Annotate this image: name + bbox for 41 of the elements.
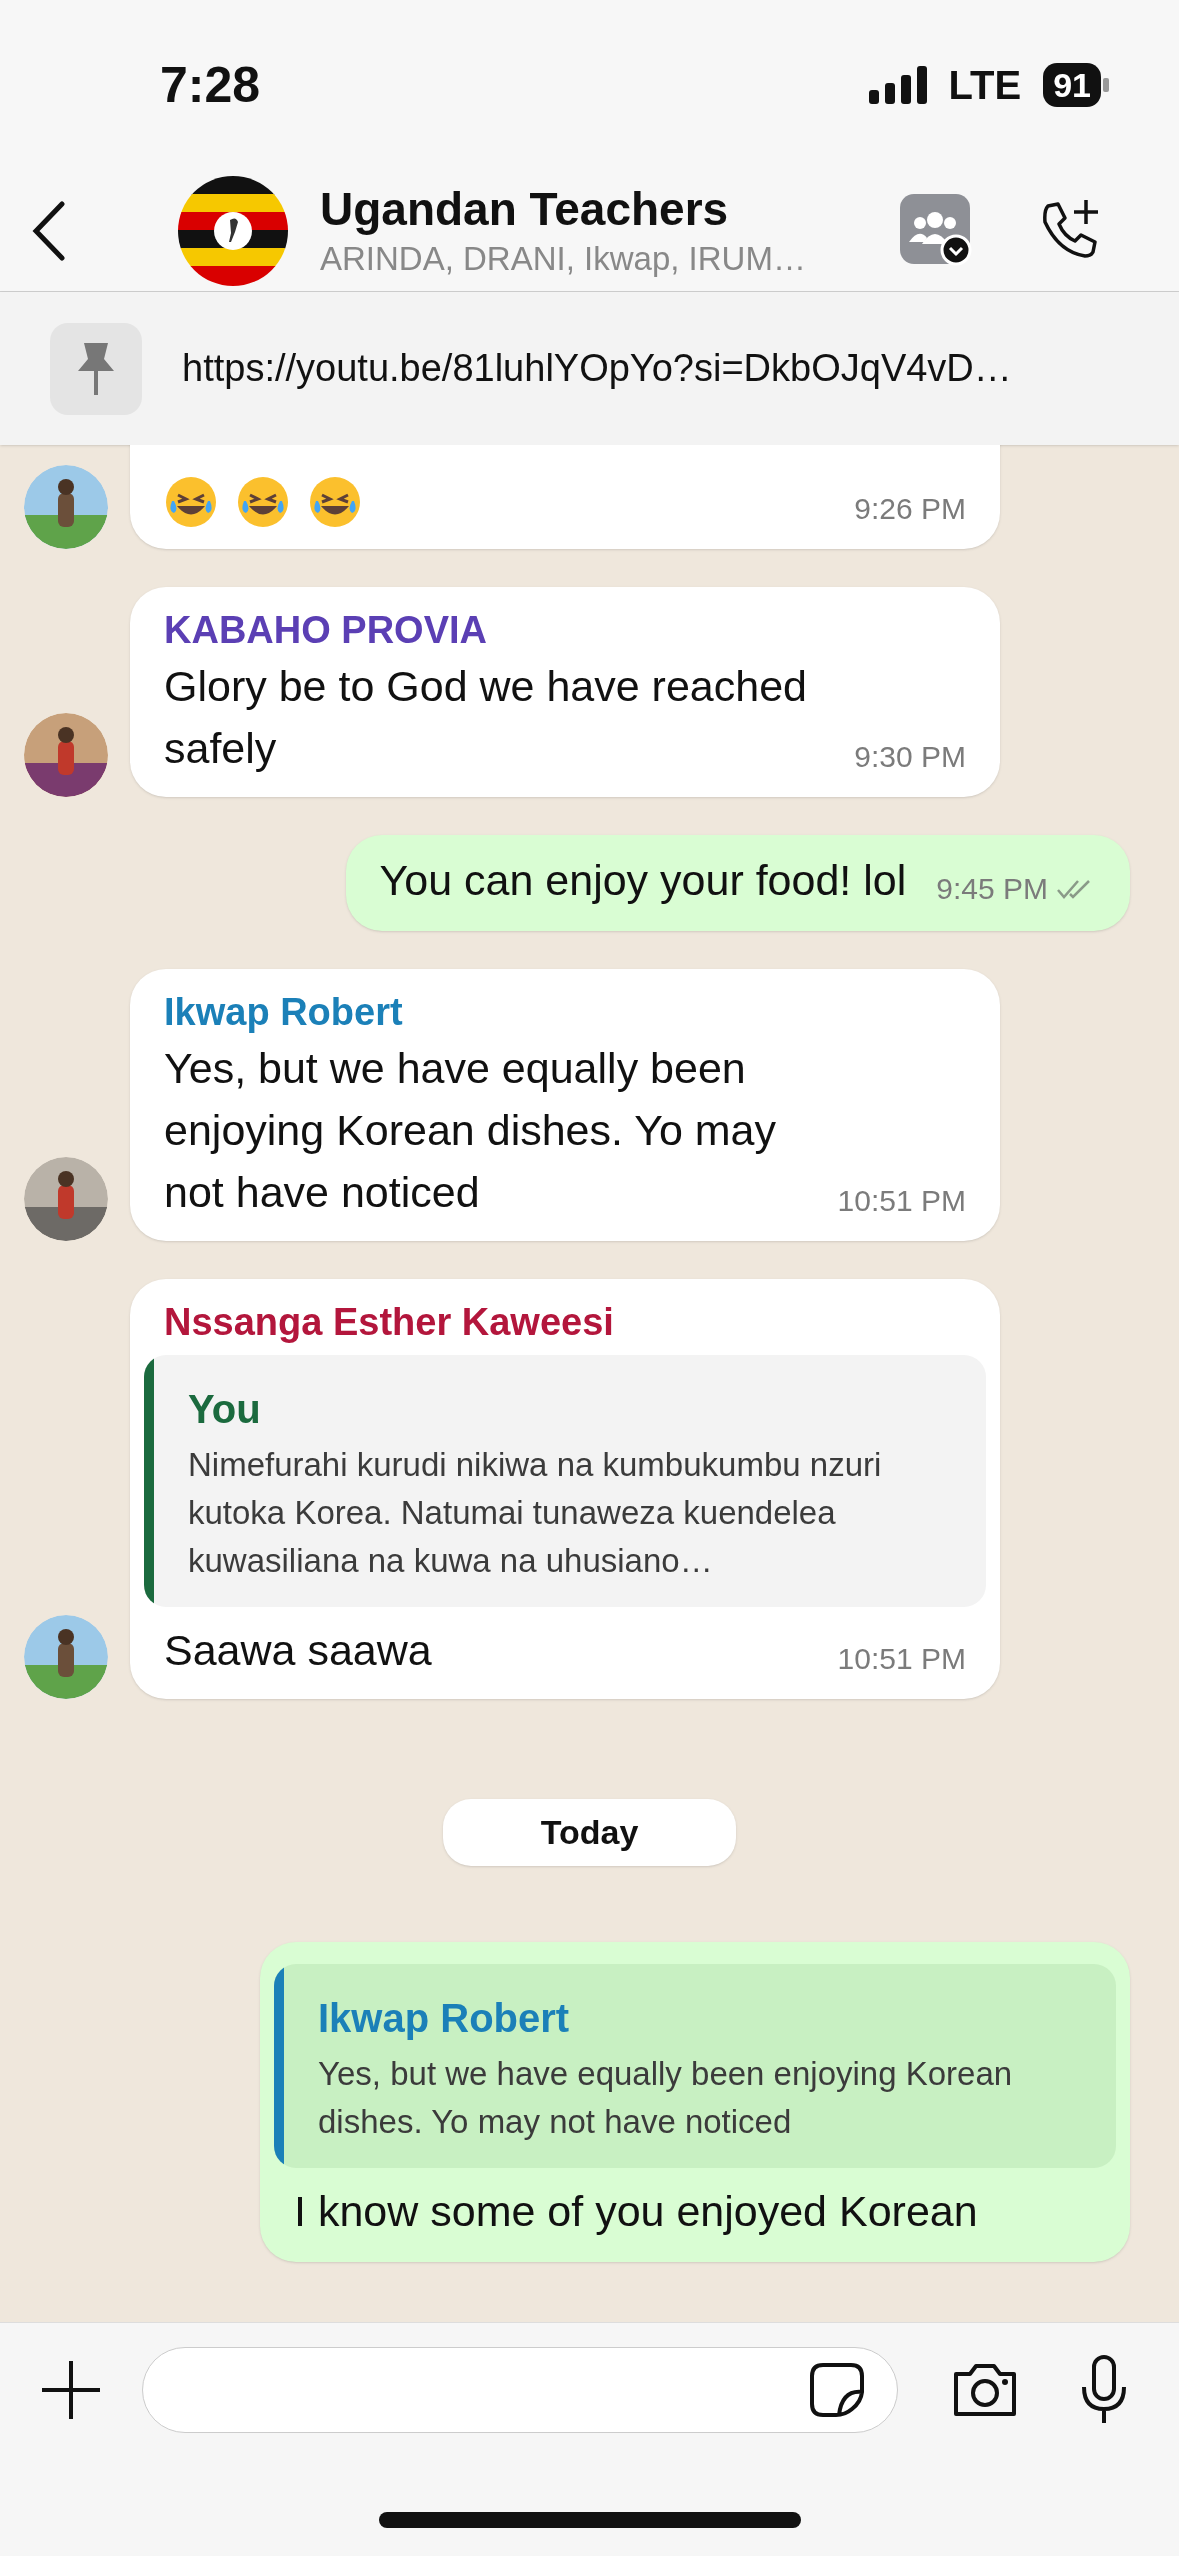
network-label: LTE: [948, 62, 1022, 109]
signal-icon: [868, 66, 927, 104]
battery-indicator: 91: [1043, 63, 1101, 107]
date-chip: Today: [442, 1799, 737, 1866]
quote-text: Yes, but we have equally been enjoying Korean dishes. Yo may not have noticed: [318, 2054, 1014, 2142]
message-bubble[interactable]: Nssanga Esther Kaweesi You Nimefurahi kurudi nikiwa na kumbukumbu nzuri kutoka Korea. Natumai tunaweza kuendelea kuwasiliana na kuwa na uhusiano… Saawa saawa 10:51 PM: [130, 1279, 1000, 1699]
group-flag-avatar[interactable]: [178, 175, 288, 286]
pin-icon[interactable]: [50, 322, 142, 415]
add-icon[interactable]: [40, 2359, 102, 2421]
quote-author: Ikwap Robert: [318, 1995, 571, 2042]
microphone-icon[interactable]: [1080, 2355, 1128, 2425]
chat-title[interactable]: Ugandan Teachers: [320, 180, 900, 237]
message-text: Glory be to God we have reached safely: [164, 661, 808, 774]
message-text: You can enjoy your food! lol: [379, 855, 907, 906]
sticker-icon[interactable]: [809, 2362, 865, 2418]
laughing-emoji-icon: [236, 475, 290, 529]
sender-name: KABAHO PROVIA: [163, 608, 489, 653]
quote-text: Nimefurahi kurudi nikiwa na kumbukumbu nzuri kutoka Korea. Natumai tunaweza kuendelea kuwasiliana na kuwa na uhusiano…: [188, 1445, 883, 1581]
message-time: 9:30 PM: [854, 739, 966, 775]
quoted-message[interactable]: You Nimefurahi kurudi nikiwa na kumbukumbu nzuri kutoka Korea. Natumai tunaweza kuendelea kuwasiliana na kuwa na uhusiano…: [144, 1355, 986, 1607]
battery-cap-icon: [1103, 78, 1109, 92]
laughing-emoji-icon: [164, 475, 218, 529]
laughing-emoji-icon: [308, 475, 362, 529]
message-time: 9:45 PM: [936, 871, 1048, 907]
message-bubble[interactable]: KABAHO PROVIA Glory be to God we have reached safely 9:30 PM: [130, 587, 1000, 797]
message-bubble[interactable]: Ikwap Robert Yes, but we have equally been enjoying Korean dishes. Yo may not have noticed I know some of you enjoyed Korean: [260, 1942, 1130, 2262]
message-time: 9:26 PM: [854, 491, 966, 527]
message-time: 10:51 PM: [837, 1641, 966, 1677]
message-text: Saawa saawa: [164, 1625, 432, 1676]
quote-author: You: [188, 1386, 262, 1433]
status-time: 7:28: [160, 55, 261, 115]
sender-name: Nssanga Esther Kaweesi: [163, 1300, 615, 1345]
message-text: Yes, but we have equally been enjoying Korean dishes. Yo may not have noticed: [164, 1043, 777, 1218]
group-icon[interactable]: [900, 193, 974, 268]
message-bubble[interactable]: Ikwap Robert Yes, but we have equally been enjoying Korean dishes. Yo may not have noticed 10:51 PM: [130, 969, 1000, 1241]
quoted-message[interactable]: Ikwap Robert Yes, but we have equally been enjoying Korean dishes. Yo may not have noticed: [274, 1964, 1116, 2168]
message-bubble[interactable]: You can enjoy your food! lol 9:45 PM: [345, 835, 1130, 931]
message-time: 10:51 PM: [837, 1183, 966, 1219]
message-bubble[interactable]: 9:26 PM: [130, 445, 1000, 549]
sender-name: Ikwap Robert: [163, 990, 404, 1035]
message-text: I know some of you enjoyed Korean: [294, 2186, 978, 2237]
